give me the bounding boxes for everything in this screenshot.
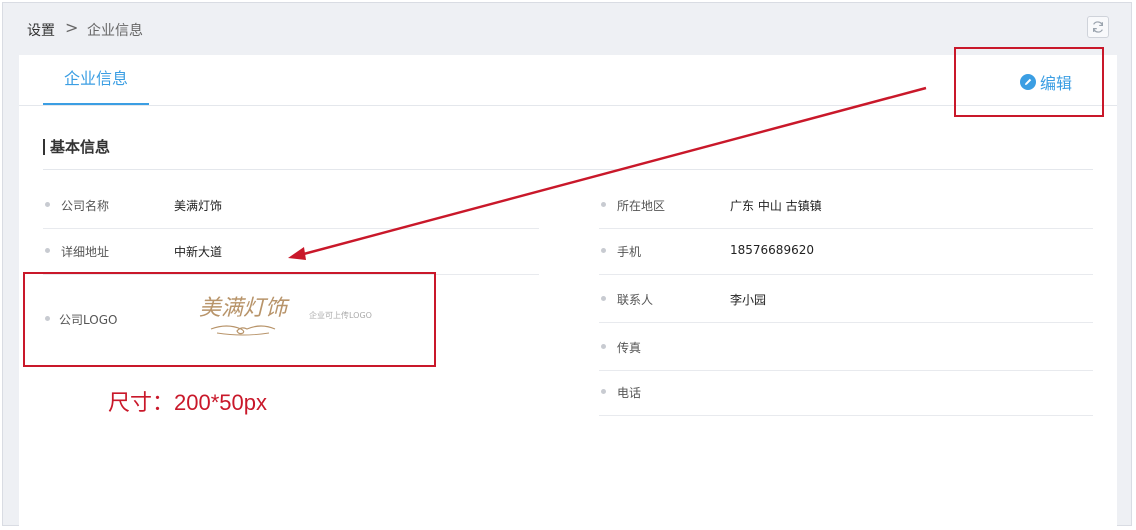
top-bar: 设置 > 企业信息 [3, 3, 1131, 53]
bullet-dot [601, 296, 606, 301]
bullet-dot [601, 248, 606, 253]
field-label: 电话 [617, 386, 642, 400]
field-label: 公司名称 [61, 199, 110, 213]
field-address: 详细地址 中新大道 [43, 229, 539, 275]
field-company-name: 公司名称 美满灯饰 [43, 183, 539, 229]
bullet-dot [601, 344, 606, 349]
field-label: 手机 [617, 245, 642, 259]
field-value: 李小园 [730, 293, 767, 307]
annotation-size-note: 尺寸：200*50px [108, 390, 267, 415]
refresh-button[interactable] [1087, 16, 1109, 38]
bullet-dot [601, 389, 606, 394]
field-fax: 传真 [599, 325, 1093, 371]
bullet-dot [45, 202, 50, 207]
field-mobile: 手机 18576689620 [599, 229, 1093, 275]
refresh-icon [1093, 21, 1103, 33]
bullet-dot [601, 202, 606, 207]
breadcrumb-separator: > [65, 18, 79, 37]
field-value: 中新大道 [174, 245, 223, 259]
field-value: 广东 中山 古镇镇 [730, 199, 822, 213]
breadcrumb-root[interactable]: 设置 [27, 20, 55, 40]
annotation-box-logo [23, 272, 436, 367]
breadcrumb-current: 企业信息 [87, 23, 143, 39]
field-phone: 电话 [599, 370, 1093, 416]
tab-company-info[interactable]: 企业信息 [43, 55, 149, 105]
annotation-box-edit [954, 47, 1104, 117]
field-value: 18576689620 [730, 243, 814, 257]
section-divider [43, 169, 1093, 170]
field-contact: 联系人 李小园 [599, 277, 1093, 323]
field-region: 所在地区 广东 中山 古镇镇 [599, 183, 1093, 229]
section-title: 基本信息 [43, 139, 110, 155]
field-value: 美满灯饰 [174, 199, 223, 213]
field-label: 传真 [617, 341, 642, 355]
field-label: 详细地址 [61, 245, 110, 259]
field-label: 所在地区 [617, 199, 666, 213]
tab-bar: 企业信息 编辑 [19, 55, 1117, 106]
field-label: 联系人 [617, 293, 654, 307]
bullet-dot [45, 248, 50, 253]
